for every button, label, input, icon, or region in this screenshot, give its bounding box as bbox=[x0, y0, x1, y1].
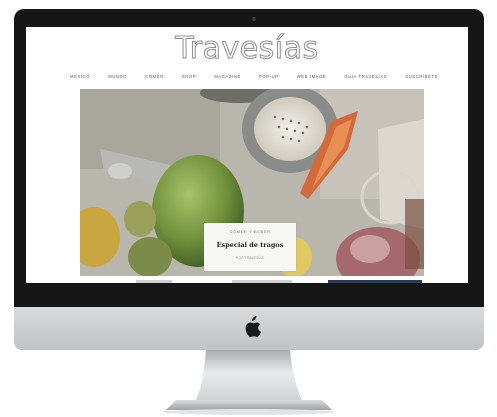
webcam-icon bbox=[252, 17, 256, 21]
nav-item-suscribete[interactable]: SUSCRÍBETE bbox=[405, 74, 438, 79]
section-bar bbox=[328, 280, 422, 283]
nav-item-pop-up[interactable]: POP-UP bbox=[259, 74, 279, 79]
main-nav: MÉXICO MUNDO COMER SHOP MAGAZINE POP-UP … bbox=[70, 71, 438, 81]
section-label bbox=[136, 280, 172, 283]
featured-article-card[interactable]: COMER Y BEBER Especial de tragos POR TRA… bbox=[204, 223, 296, 271]
article-meta: POR TRAVESÍAS bbox=[236, 256, 264, 260]
article-title[interactable]: Especial de tragos bbox=[204, 241, 296, 249]
nav-item-magazine[interactable]: MAGAZINE bbox=[214, 74, 241, 79]
apple-logo-icon bbox=[245, 316, 261, 338]
nav-item-shop[interactable]: SHOP bbox=[182, 74, 196, 79]
monitor-stand bbox=[163, 350, 335, 415]
nav-item-guia[interactable]: GUÍA TRAVESÍAS bbox=[344, 74, 387, 79]
nav-item-mexico[interactable]: MÉXICO bbox=[70, 74, 90, 79]
section-label bbox=[232, 280, 292, 283]
nav-item-web-image[interactable]: WEB IMAGE bbox=[297, 74, 327, 79]
site-logo[interactable]: Travesías bbox=[26, 29, 468, 69]
nav-item-mundo[interactable]: MUNDO bbox=[108, 74, 127, 79]
nav-item-comer[interactable]: COMER bbox=[145, 74, 164, 79]
article-category: COMER Y BEBER bbox=[229, 229, 271, 234]
screen: Travesías MÉXICO MUNDO COMER SHOP MAGAZI… bbox=[26, 27, 468, 283]
